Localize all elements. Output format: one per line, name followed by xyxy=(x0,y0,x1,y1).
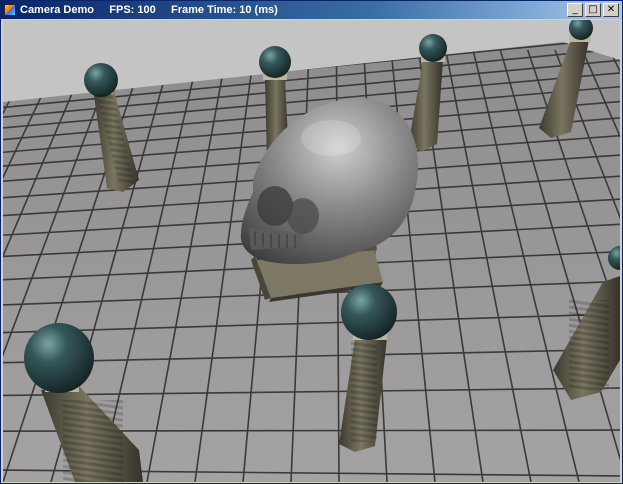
window-title: Camera Demo FPS: 100 Frame Time: 10 (ms) xyxy=(20,4,278,16)
maximize-button[interactable]: □ xyxy=(585,3,601,17)
title-bar[interactable]: Camera Demo FPS: 100 Frame Time: 10 (ms)… xyxy=(1,1,622,19)
close-button[interactable]: ✕ xyxy=(603,3,619,17)
app-window: Camera Demo FPS: 100 Frame Time: 10 (ms)… xyxy=(0,0,623,484)
app-icon[interactable] xyxy=(4,4,16,16)
render-viewport[interactable] xyxy=(3,20,620,482)
caption-buttons: _ □ ✕ xyxy=(567,3,619,17)
minimize-button[interactable]: _ xyxy=(567,3,583,17)
scene-canvas xyxy=(3,20,620,482)
